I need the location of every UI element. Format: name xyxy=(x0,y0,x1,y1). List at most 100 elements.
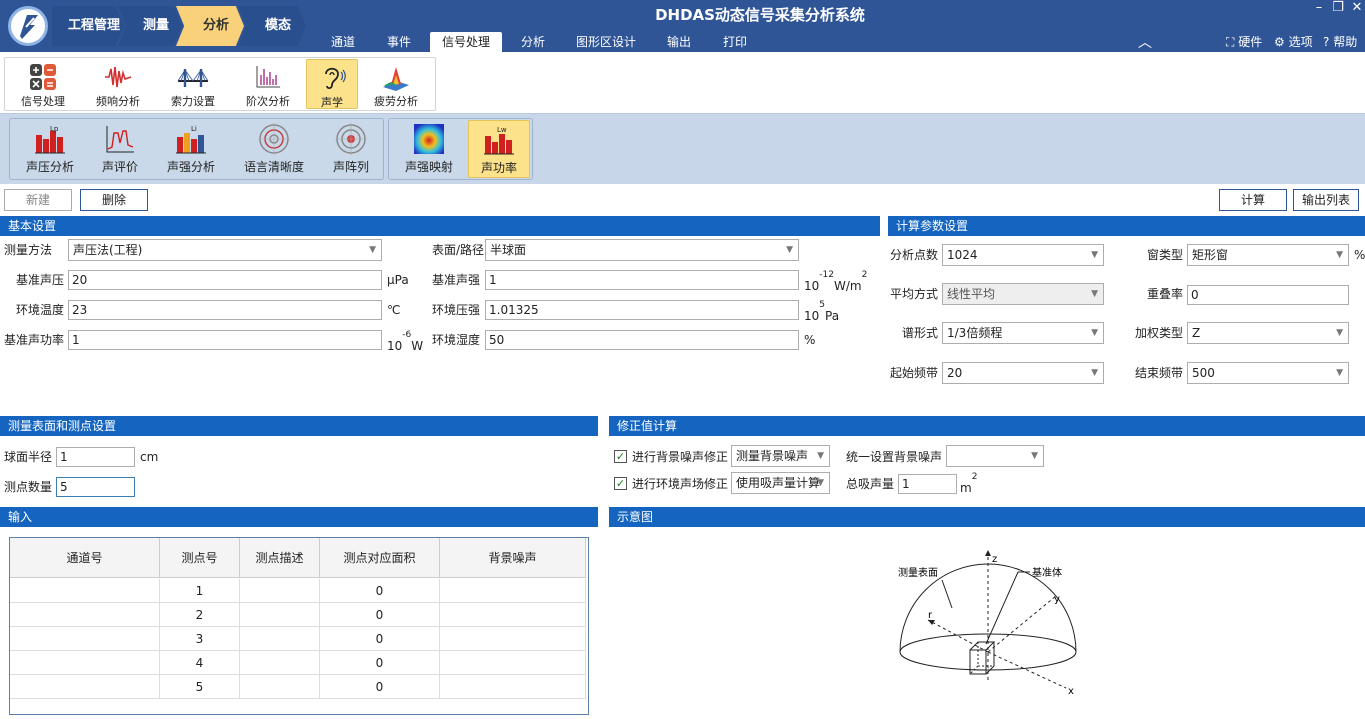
table-cell-desc[interactable] xyxy=(240,651,320,675)
col-background-noise[interactable]: 背景噪声 xyxy=(440,538,586,578)
table-cell-ch[interactable] xyxy=(10,627,160,651)
signal-processing-tool[interactable]: 信号处理 xyxy=(7,59,79,109)
fatigue-analysis-tool[interactable]: 疲劳分析 xyxy=(360,59,432,109)
ref-intensity-input[interactable]: 1 xyxy=(485,270,799,290)
tab-analysis[interactable]: 分析 xyxy=(510,32,556,52)
radius-input[interactable]: 1 xyxy=(56,447,135,467)
table-cell-area[interactable]: 0 xyxy=(320,651,440,675)
tab-graph-design[interactable]: 图形区设计 xyxy=(572,32,640,52)
table-cell-area[interactable]: 0 xyxy=(320,603,440,627)
order-analysis-tool[interactable]: 阶次分析 xyxy=(232,59,304,109)
pressure-input[interactable]: 1.01325 xyxy=(485,300,799,320)
r-label: r xyxy=(928,610,933,621)
temp-label: 环境温度 xyxy=(16,303,65,317)
weight-select[interactable]: Z ▼ xyxy=(1187,322,1349,344)
table-cell-pt[interactable]: 3 xyxy=(160,627,240,651)
crumb-project[interactable]: 工程管理 xyxy=(52,6,124,46)
speech-intelligibility-tool[interactable]: 语言清晰度 xyxy=(232,120,316,178)
temp-input[interactable]: 23 xyxy=(68,300,382,320)
table-cell-pt[interactable]: 1 xyxy=(160,579,240,603)
bg-noise-mode-select[interactable]: 测量背景噪声 ▼ xyxy=(731,445,830,467)
overlap-input[interactable]: 0 xyxy=(1187,285,1349,305)
sound-evaluation-tool[interactable]: 声评价 xyxy=(88,120,152,178)
table-cell-bg[interactable] xyxy=(440,579,586,603)
tab-signal-processing[interactable]: 信号处理 xyxy=(430,32,502,52)
table-cell-pt[interactable]: 5 xyxy=(160,675,240,699)
ref-power-input[interactable]: 1 xyxy=(68,330,382,350)
env-field-label: 进行环境声场修正 xyxy=(632,477,729,491)
table-cell-bg[interactable] xyxy=(440,675,586,699)
minimize-button[interactable]: – xyxy=(1310,0,1328,16)
close-button[interactable]: ✕ xyxy=(1348,0,1365,16)
col-channel[interactable]: 通道号 xyxy=(10,538,160,578)
table-cell-pt[interactable]: 2 xyxy=(160,603,240,627)
acoustics-tool[interactable]: 声学 xyxy=(306,59,358,109)
unit-base: 10 xyxy=(804,279,820,293)
surface-caption: 测量表面 xyxy=(898,566,938,579)
spectrum-select[interactable]: 1/3倍频程 ▼ xyxy=(942,322,1104,344)
end-band-select[interactable]: 500 ▼ xyxy=(1187,362,1349,384)
start-band-select[interactable]: 20 ▼ xyxy=(942,362,1104,384)
crumb-measure[interactable]: 测量 xyxy=(118,6,182,46)
table-cell-desc[interactable] xyxy=(240,627,320,651)
table-cell-area[interactable]: 0 xyxy=(320,627,440,651)
tab-channel[interactable]: 通道 xyxy=(320,32,366,52)
tab-output[interactable]: 输出 xyxy=(656,32,702,52)
pressure-label: 环境压强 xyxy=(432,303,481,317)
table-cell-ch[interactable] xyxy=(10,603,160,627)
options-link[interactable]: ⚙ 选项 xyxy=(1274,34,1313,50)
method-select[interactable]: 声压法(工程) ▼ xyxy=(68,239,382,261)
avg-select[interactable]: 线性平均 ▼ xyxy=(942,283,1104,305)
humidity-input[interactable]: 50 xyxy=(485,330,799,350)
table-cell-desc[interactable] xyxy=(240,579,320,603)
col-area[interactable]: 测点对应面积 xyxy=(320,538,440,578)
table-cell-ch[interactable] xyxy=(10,651,160,675)
restore-button[interactable]: ❐ xyxy=(1329,0,1347,16)
calculate-button[interactable]: 计算 xyxy=(1219,189,1287,211)
crumb-modal[interactable]: 模态 xyxy=(238,6,306,46)
surface-select[interactable]: 半球面 ▼ xyxy=(485,239,799,261)
help-link[interactable]: ? 帮助 xyxy=(1323,34,1357,50)
sound-power-tool[interactable]: Lw 声功率 xyxy=(468,120,530,178)
env-field-mode-select[interactable]: 使用吸声量计算 ▼ xyxy=(731,472,830,494)
ref-pressure-input[interactable]: 20 xyxy=(68,270,382,290)
table-cell-pt[interactable]: 4 xyxy=(160,651,240,675)
new-button[interactable]: 新建 xyxy=(4,189,72,211)
hardware-link[interactable]: ⛶ 硬件 xyxy=(1226,34,1262,50)
delete-button[interactable]: 删除 xyxy=(80,189,148,211)
bg-noise-checkbox[interactable]: ✓ xyxy=(614,450,627,463)
col-point[interactable]: 测点号 xyxy=(160,538,240,578)
ref-pressure-unit: μPa xyxy=(387,273,409,287)
export-list-button[interactable]: 输出列表 xyxy=(1293,189,1359,211)
intensity-mapping-tool[interactable]: 声强映射 xyxy=(394,120,464,178)
count-input[interactable]: 5 xyxy=(56,477,135,497)
window-select[interactable]: 矩形窗 ▼ xyxy=(1187,244,1349,266)
table-cell-area[interactable]: 0 xyxy=(320,675,440,699)
table-cell-ch[interactable] xyxy=(10,579,160,603)
sound-pressure-tool[interactable]: Lp 声压分析 xyxy=(16,120,84,178)
target-icon xyxy=(258,123,290,155)
cable-force-tool[interactable]: 索力设置 xyxy=(157,59,229,109)
crumb-analysis[interactable]: 分析 xyxy=(176,6,244,46)
table-cell-desc[interactable] xyxy=(240,675,320,699)
uniform-noise-select[interactable]: ▼ xyxy=(946,445,1044,467)
col-description[interactable]: 测点描述 xyxy=(240,538,320,578)
table-cell-bg[interactable] xyxy=(440,627,586,651)
table-cell-area[interactable]: 0 xyxy=(320,579,440,603)
tab-print[interactable]: 打印 xyxy=(712,32,758,52)
tool-label: 语言清晰度 xyxy=(243,160,304,174)
table-cell-bg[interactable] xyxy=(440,603,586,627)
points-select[interactable]: 1024 ▼ xyxy=(942,244,1104,266)
sound-intensity-tool[interactable]: Li 声强分析 xyxy=(156,120,226,178)
frequency-response-tool[interactable]: 频响分析 xyxy=(82,59,154,109)
table-cell-bg[interactable] xyxy=(440,651,586,675)
table-cell-desc[interactable] xyxy=(240,603,320,627)
table-cell-ch[interactable] xyxy=(10,675,160,699)
spectrum-bars-icon xyxy=(256,66,280,88)
tab-event[interactable]: 事件 xyxy=(376,32,422,52)
env-field-checkbox[interactable]: ✓ xyxy=(614,477,627,490)
absorb-input[interactable]: 1 xyxy=(898,474,957,494)
collapse-ribbon-icon[interactable]: ︿ xyxy=(1138,32,1152,52)
input-table: 通道号 测点号 测点描述 测点对应面积 背景噪声 1 0 2 0 3 0 4 0 5 0 xyxy=(9,537,589,715)
acoustic-array-tool[interactable]: 声阵列 xyxy=(320,120,382,178)
